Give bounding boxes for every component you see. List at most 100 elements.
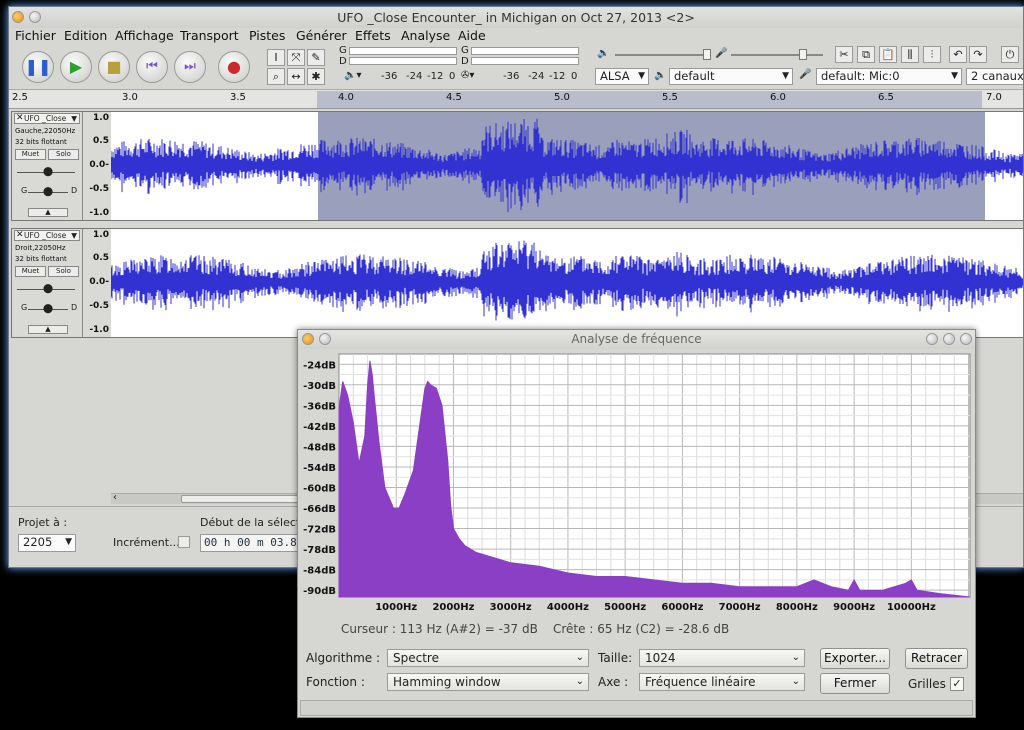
menu-analyse[interactable]: Analyse: [401, 28, 450, 43]
y-tick-label: -42dB: [303, 422, 336, 433]
size-select[interactable]: 1024 ⌄: [639, 649, 805, 667]
meter-play-r-label: D: [339, 56, 347, 67]
pencil-icon: ✎: [311, 51, 321, 64]
playback-volume-thumb[interactable]: [703, 49, 711, 60]
scale-label: 1.0: [93, 230, 109, 240]
audio-host-value: ALSA: [600, 69, 630, 83]
track-name-menu[interactable]: UFO _Close ▼: [14, 113, 80, 124]
checkmark-icon: ✓: [952, 677, 962, 690]
volume-icon: 🔈: [597, 48, 610, 59]
waveform[interactable]: [111, 229, 1024, 337]
ruler-label: 4.5: [446, 92, 462, 103]
draw-tool-button[interactable]: ✎: [307, 49, 325, 66]
axis-value: Fréquence linéaire: [645, 675, 756, 689]
skip-start-button[interactable]: ⏮: [136, 51, 168, 83]
collapse-track-button[interactable]: ▲: [28, 325, 68, 334]
zoom-tool-button[interactable]: ⌕: [267, 68, 285, 85]
timeline-ruler[interactable]: 2.5 3.0 3.5 4.0 4.5 5.0 5.5 6.0 6.5 7.0: [9, 89, 1023, 109]
multi-tool-button[interactable]: ✱: [307, 68, 325, 85]
close-track-icon[interactable]: ✕: [16, 230, 24, 240]
chevron-down-icon: ⌄: [575, 652, 584, 663]
solo-button[interactable]: Solo: [48, 149, 79, 160]
waveform-path: [111, 240, 1023, 321]
gain-thumb[interactable]: ⬤: [43, 167, 53, 177]
trim-button[interactable]: ⫼: [901, 46, 919, 63]
axis-select[interactable]: Fréquence linéaire ⌄: [639, 673, 805, 691]
record-device-select[interactable]: default: Mic:0 ▼: [816, 68, 962, 85]
silence-button[interactable]: ⫶: [923, 46, 941, 63]
frequency-spectrum-chart[interactable]: -24dB -30dB -36dB -42dB -48dB -54dB -60dB -66dB…: [300, 351, 972, 619]
waveform[interactable]: [111, 112, 1024, 220]
close-button[interactable]: Fermer: [820, 673, 890, 694]
record-button[interactable]: ●: [218, 51, 250, 83]
playback-volume-slider[interactable]: [615, 54, 710, 56]
grids-checkbox[interactable]: ✓: [950, 677, 964, 691]
mic-icon[interactable]: ✇▾: [461, 70, 474, 81]
redo-button[interactable]: ↷: [969, 46, 987, 63]
algorithm-select[interactable]: Spectre ⌄: [387, 649, 589, 667]
audio-host-select[interactable]: ALSA ▼: [595, 68, 649, 85]
record-meter-right: [471, 57, 579, 65]
project-rate-select[interactable]: 2205 ▼: [18, 534, 76, 552]
x-tick-label: 8000Hz: [776, 602, 818, 613]
playback-device-select[interactable]: default ▼: [669, 68, 793, 85]
scroll-left-icon[interactable]: ‹: [113, 492, 117, 503]
menu-edition[interactable]: Edition: [64, 28, 107, 43]
audio-track-left[interactable]: UFO _Close ▼ ✕ Gauche,22050Hz 32 bits flo…: [11, 111, 1024, 221]
menu-fichier[interactable]: Fichier: [15, 28, 56, 43]
x-tick-label: 10000Hz: [887, 602, 936, 613]
pan-thumb[interactable]: ⬤: [43, 304, 53, 314]
function-select[interactable]: Hamming window ⌄: [387, 673, 589, 691]
collapse-track-button[interactable]: ▲: [28, 208, 68, 217]
solo-button[interactable]: Solo: [48, 266, 79, 277]
cut-button[interactable]: ✂: [835, 46, 853, 63]
minimize-icon[interactable]: [926, 333, 938, 345]
skip-end-button[interactable]: ⏭: [174, 51, 206, 83]
pan-right-label: D: [71, 303, 78, 312]
record-volume-slider[interactable]: [731, 54, 823, 56]
menu-pistes[interactable]: Pistes: [249, 28, 285, 43]
menu-effets[interactable]: Effets: [355, 28, 391, 43]
selection-start-field[interactable]: 00 h 00 m 03.876: [200, 534, 300, 552]
pan-thumb[interactable]: ⬤: [43, 187, 53, 197]
menu-transport[interactable]: Transport: [180, 28, 239, 43]
speaker-icon[interactable]: 🔈▾: [344, 70, 361, 81]
skip-start-icon: ⏮: [146, 59, 158, 74]
envelope-tool-button[interactable]: ⤧: [287, 49, 305, 66]
rec-scale-12: -12: [549, 71, 566, 82]
envelope-icon: ⤧: [291, 51, 301, 64]
meter-scale-0: 0: [449, 71, 456, 82]
track-name-menu[interactable]: UFO _Close ▼: [14, 230, 80, 241]
record-volume-thumb[interactable]: [799, 49, 807, 60]
mute-button[interactable]: Muet: [15, 149, 46, 160]
menu-generer[interactable]: Générer: [296, 28, 347, 43]
maximize-icon[interactable]: [943, 333, 955, 345]
play-button[interactable]: ▶: [60, 51, 92, 83]
snap-checkbox[interactable]: [178, 536, 190, 548]
close-track-icon[interactable]: ✕: [16, 113, 24, 123]
sync-lock-button[interactable]: ⏻: [1001, 46, 1019, 63]
paste-button[interactable]: 📋: [879, 46, 897, 63]
close-icon[interactable]: [960, 333, 972, 345]
sync-lock-icon: ⏻: [1005, 48, 1015, 61]
copy-button[interactable]: ⧉: [857, 46, 875, 63]
selection-tool-button[interactable]: I: [267, 49, 285, 66]
menu-aide[interactable]: Aide: [458, 28, 486, 43]
pause-button[interactable]: ❚❚: [22, 51, 54, 83]
y-tick-label: -66dB: [303, 504, 336, 515]
audio-track-right[interactable]: UFO _Close ▼ ✕ Droit,22050Hz 32 bits flot…: [11, 228, 1024, 338]
menu-affichage[interactable]: Affichage: [115, 28, 174, 43]
project-rate-value: 2205: [23, 535, 53, 549]
mute-button[interactable]: Muet: [15, 266, 46, 277]
timeshift-tool-button[interactable]: ↔: [287, 68, 305, 85]
scale-label: -1.0: [89, 208, 109, 218]
x-tick-label: 4000Hz: [547, 602, 589, 613]
replot-button[interactable]: Retracer: [905, 648, 968, 669]
frequency-analysis-dialog: Analyse de fréquence -24dB -30dB -36dB -42d…: [297, 329, 976, 718]
gain-thumb[interactable]: ⬤: [43, 284, 53, 294]
channels-select[interactable]: 2 canaux: [966, 68, 1023, 85]
stop-button[interactable]: ■: [98, 51, 130, 83]
undo-button[interactable]: ↶: [949, 46, 967, 63]
export-button[interactable]: Exporter...: [820, 648, 890, 669]
chevron-down-icon: ▼: [782, 71, 789, 81]
